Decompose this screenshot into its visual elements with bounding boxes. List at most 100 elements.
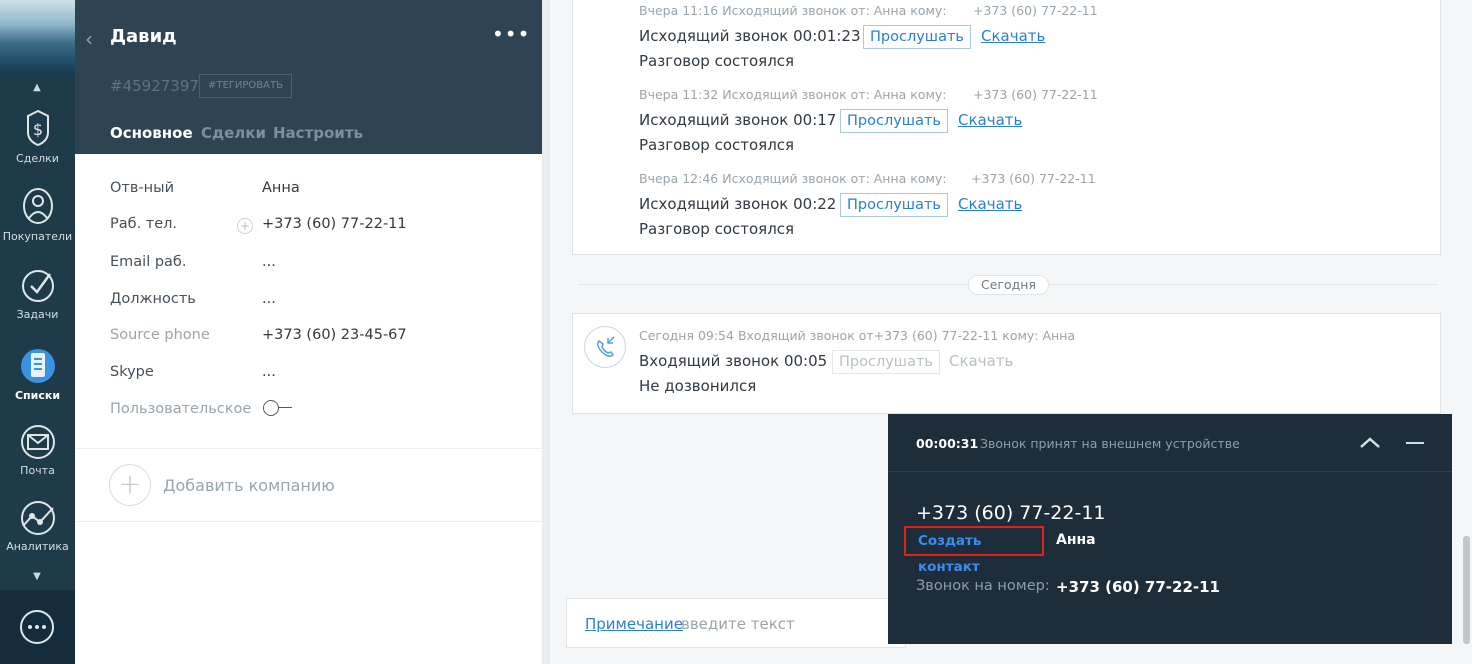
yesterday-calls-box: Вчера 11:16 Исходящий звонок от: Анна ко… (572, 0, 1441, 255)
add-company-icon[interactable]: + (109, 464, 151, 506)
nav-scroll-up-icon[interactable]: ▲ (29, 82, 45, 94)
analytics-icon (20, 501, 55, 535)
field-value[interactable]: +373 (60) 23-45-67 (262, 324, 407, 346)
listen-button[interactable]: Прослушать (832, 350, 940, 374)
call-meta-text: Вчера 11:32 Исходящий звонок от: Анна ко… (639, 87, 947, 102)
call-meta-phone: +373 (60) 77-22-11 (973, 87, 1098, 102)
call-entry: Вчера 11:16 Исходящий звонок от: Анна ко… (639, 3, 1139, 70)
call-result: Разговор состоялся (639, 220, 795, 238)
tab-deals[interactable]: Сделки (201, 124, 266, 142)
call-entry: Вчера 11:32 Исходящий звонок от: Анна ко… (639, 87, 1139, 154)
field-label: Source phone (110, 327, 210, 343)
download-link[interactable]: Скачать (981, 27, 1045, 45)
field-label: Email раб. (110, 254, 187, 270)
call-line: Входящий звонок 00:05 Прослушать Скачать (639, 350, 1139, 374)
nav-scroll-down-icon[interactable]: ▼ (29, 571, 45, 583)
nav-label: Сделки (16, 152, 59, 165)
nav-label: Аналитика (6, 540, 69, 553)
more-options-icon[interactable]: ••• (492, 22, 530, 46)
called-number: +373 (60) 77-22-11 (1056, 578, 1220, 596)
call-meta-text: Вчера 11:16 Исходящий звонок от: Анна ко… (639, 3, 947, 18)
download-link[interactable]: Скачать (949, 352, 1013, 370)
profile-photo[interactable] (0, 0, 75, 75)
nav-item-customers[interactable]: Покупатели (0, 186, 75, 258)
caller-name: Анна (1056, 532, 1096, 548)
divider (75, 521, 542, 522)
contact-name[interactable]: Давид (110, 26, 177, 47)
field-value[interactable]: Анна (262, 177, 300, 199)
field-value[interactable]: ... (262, 361, 276, 383)
call-duration: Входящий звонок 00:05 (639, 352, 828, 370)
nav-item-analytics[interactable]: Аналитика (0, 500, 75, 572)
note-input[interactable]: Примечание : введите текст (566, 598, 906, 648)
download-link[interactable]: Скачать (958, 111, 1022, 129)
field-label: Отв-ный (110, 180, 174, 196)
tab-settings[interactable]: Настроить (273, 124, 363, 142)
listen-button[interactable]: Прослушать (863, 25, 971, 49)
main-nav: ▲ $ Сделки Покупатели Задачи Списки Почт… (0, 0, 75, 664)
note-type-link[interactable]: Примечание (585, 615, 683, 633)
call-line: Исходящий звонок 00:17 Прослушать Скачат… (639, 109, 1139, 133)
field-value[interactable]: ... (262, 251, 276, 273)
nav-label: Покупатели (2, 230, 73, 243)
field-label: Skype (110, 364, 154, 380)
called-number-label: Звонок на номер: (916, 578, 1050, 594)
call-meta-phone: +373 (60) 77-22-11 (971, 171, 1096, 186)
call-popup: 00:00:31 Звонок принят на внешнем устрой… (888, 414, 1452, 644)
add-phone-icon[interactable]: + (237, 218, 253, 234)
field-value[interactable]: +373 (60) 77-22-11 (262, 213, 407, 235)
card-header: ‹ Давид ••• #45927397 #ТЕГИРОВАТЬ Основн… (75, 0, 542, 154)
call-duration: Исходящий звонок 00:17 (639, 111, 837, 129)
today-call-box: Сегодня 09:54 Входящий звонок от+373 (60… (572, 313, 1441, 414)
nav-label: Почта (20, 464, 55, 477)
minimize-icon[interactable] (1406, 442, 1424, 444)
create-contact-link[interactable]: Создать контакт (904, 526, 1044, 575)
call-meta: Сегодня 09:54 Входящий звонок от+373 (60… (639, 328, 1076, 343)
popup-header: 00:00:31 Звонок принят на внешнем устрой… (888, 414, 1452, 472)
custom-toggle[interactable] (263, 400, 295, 416)
contact-id: #45927397 (110, 77, 199, 95)
call-meta-text: Вчера 12:46 Исходящий звонок от: Анна ко… (639, 171, 947, 186)
call-meta-phone: +373 (60) 77-22-11 (973, 3, 1098, 18)
call-result: Не дозвонился (639, 377, 757, 395)
nav-item-tasks[interactable]: Задачи (0, 266, 75, 338)
date-label: Сегодня (968, 275, 1049, 295)
field-label: Пользовательское (110, 401, 252, 417)
chat-button[interactable] (0, 590, 75, 664)
incoming-call-icon (584, 326, 626, 368)
call-entry: Сегодня 09:54 Входящий звонок от+373 (60… (639, 328, 1139, 395)
list-icon (20, 349, 55, 383)
tab-main[interactable]: Основное (110, 124, 193, 142)
chevron-up-icon[interactable] (1358, 432, 1382, 452)
call-line: Исходящий звонок 00:01:23 Прослушать Ска… (639, 25, 1139, 49)
listen-button[interactable]: Прослушать (840, 109, 948, 133)
listen-button[interactable]: Прослушать (840, 193, 948, 217)
nav-item-deals[interactable]: $ Сделки (0, 108, 75, 180)
nav-item-mail[interactable]: Почта (0, 424, 75, 496)
svg-text:$: $ (32, 120, 42, 139)
checkmark-icon (21, 270, 54, 302)
panel-divider (542, 0, 550, 664)
call-result: Разговор состоялся (639, 52, 795, 70)
back-arrow-icon[interactable]: ‹ (85, 29, 93, 49)
add-company-link[interactable]: Добавить компанию (163, 476, 335, 495)
nav-item-lists[interactable]: Списки (0, 345, 75, 417)
note-placeholder: введите текст (681, 615, 795, 633)
nav-label: Списки (14, 389, 61, 402)
call-entry: Вчера 12:46 Исходящий звонок от: Анна ко… (639, 171, 1139, 238)
contact-card: ‹ Давид ••• #45927397 #ТЕГИРОВАТЬ Основн… (75, 0, 542, 664)
chat-icon (20, 610, 54, 644)
call-timer: 00:00:31 (916, 436, 979, 451)
download-link[interactable]: Скачать (958, 195, 1022, 213)
field-label: Раб. тел. (110, 216, 178, 232)
field-value[interactable]: ... (262, 288, 276, 310)
call-duration: Исходящий звонок 00:01:23 (639, 27, 861, 45)
call-meta: Вчера 11:32 Исходящий звонок от: Анна ко… (639, 87, 1139, 105)
call-result: Разговор состоялся (639, 136, 795, 154)
divider (75, 448, 542, 449)
call-meta: Вчера 12:46 Исходящий звонок от: Анна ко… (639, 171, 1139, 189)
tag-button[interactable]: #ТЕГИРОВАТЬ (199, 74, 292, 98)
dollar-icon: $ (26, 109, 49, 147)
feed-scrollbar[interactable] (1463, 536, 1470, 644)
field-label: Должность (110, 291, 196, 307)
